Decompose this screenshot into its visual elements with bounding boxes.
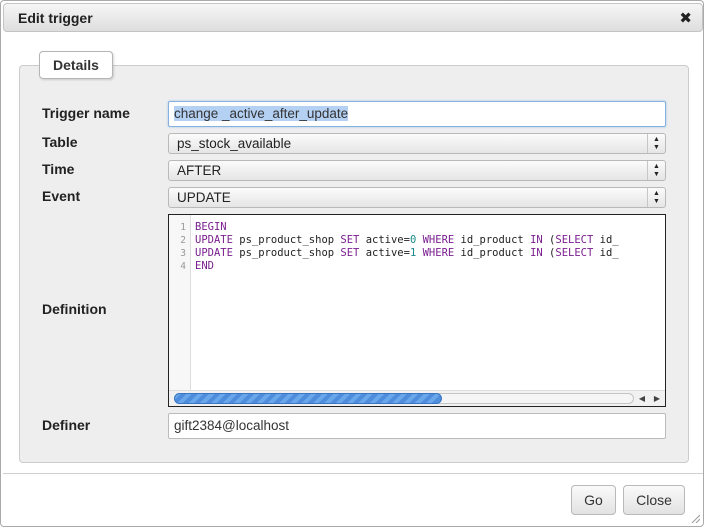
code-text: ps_product_shop: [232, 234, 341, 246]
table-select-value: ps_stock_available: [177, 136, 292, 151]
event-label: Event: [42, 188, 81, 204]
code-keyword: UPDATE: [195, 234, 233, 246]
event-select[interactable]: UPDATE ▲ ▼: [168, 187, 666, 208]
time-select[interactable]: AFTER ▲ ▼: [168, 160, 666, 181]
trigger-name-value: change _active_after_update: [174, 106, 349, 121]
go-button[interactable]: Go: [571, 485, 616, 515]
code-keyword: SET: [340, 247, 360, 259]
time-select-value: AFTER: [177, 163, 222, 178]
code-text: ps_product_shop: [232, 247, 341, 259]
code-text: id_product: [454, 234, 531, 246]
code-text: (: [542, 247, 556, 259]
line-number: 3: [180, 248, 186, 259]
definer-value: gift2384@localhost: [174, 418, 290, 433]
code-text: active=: [359, 247, 410, 259]
table-select[interactable]: ps_stock_available ▲ ▼: [168, 133, 666, 154]
line-number-gutter: 1 2 3 4: [169, 215, 191, 392]
edit-trigger-dialog: Edit trigger ✖ Details Trigger name chan…: [0, 0, 704, 527]
code-line-4: END: [195, 260, 214, 272]
code-text: (: [542, 234, 556, 246]
code-keyword: END: [195, 260, 214, 272]
line-number: 1: [180, 222, 186, 233]
dialog-titlebar[interactable]: Edit trigger ✖: [3, 3, 703, 32]
code-text: id_: [593, 247, 619, 259]
definition-label: Definition: [42, 301, 107, 317]
code-text: id_: [593, 234, 619, 246]
definition-code-editor[interactable]: 1 2 3 4 BEGIN UPDATE ps_product_shop SET…: [168, 214, 666, 407]
line-number: 4: [180, 261, 186, 272]
scrollbar-thumb[interactable]: [174, 393, 442, 404]
code-keyword: BEGIN: [195, 221, 227, 233]
definer-input[interactable]: gift2384@localhost: [168, 413, 666, 439]
line-number: 2: [180, 235, 186, 246]
scroll-right-icon[interactable]: ▶: [650, 392, 664, 405]
code-line-2: UPDATE ps_product_shop SET active=0 WHER…: [195, 234, 619, 246]
trigger-name-label: Trigger name: [42, 105, 130, 121]
close-button[interactable]: Close: [623, 485, 685, 515]
code-text: active=: [359, 234, 410, 246]
select-arrows-icon: ▲ ▼: [647, 134, 665, 153]
code-keyword: UPDATE: [195, 247, 233, 259]
code-keyword: IN: [530, 247, 543, 259]
close-icon[interactable]: ✖: [679, 9, 692, 27]
event-select-value: UPDATE: [177, 190, 231, 205]
code-keyword: IN: [530, 234, 543, 246]
code-line-3: UPDATE ps_product_shop SET active=1 WHER…: [195, 247, 619, 259]
details-tab: Details: [39, 51, 113, 79]
select-arrows-icon: ▲ ▼: [647, 161, 665, 180]
time-label: Time: [42, 161, 75, 177]
code-keyword: SELECT: [555, 234, 594, 246]
footer-divider: [3, 473, 703, 474]
horizontal-scrollbar[interactable]: ◀ ▶: [169, 390, 665, 406]
code-line-1: BEGIN: [195, 221, 227, 233]
code-text: id_product: [454, 247, 531, 259]
code-keyword: SELECT: [555, 247, 594, 259]
resize-grip-icon[interactable]: [690, 513, 700, 523]
trigger-name-input[interactable]: change _active_after_update: [168, 101, 666, 127]
code-keyword: WHERE: [422, 247, 455, 259]
select-arrows-icon: ▲ ▼: [647, 188, 665, 207]
code-keyword: WHERE: [422, 234, 455, 246]
table-label: Table: [42, 134, 78, 150]
scroll-left-icon[interactable]: ◀: [635, 392, 649, 405]
definer-label: Definer: [42, 417, 91, 433]
code-keyword: SET: [340, 234, 360, 246]
dialog-title: Edit trigger: [18, 10, 93, 26]
